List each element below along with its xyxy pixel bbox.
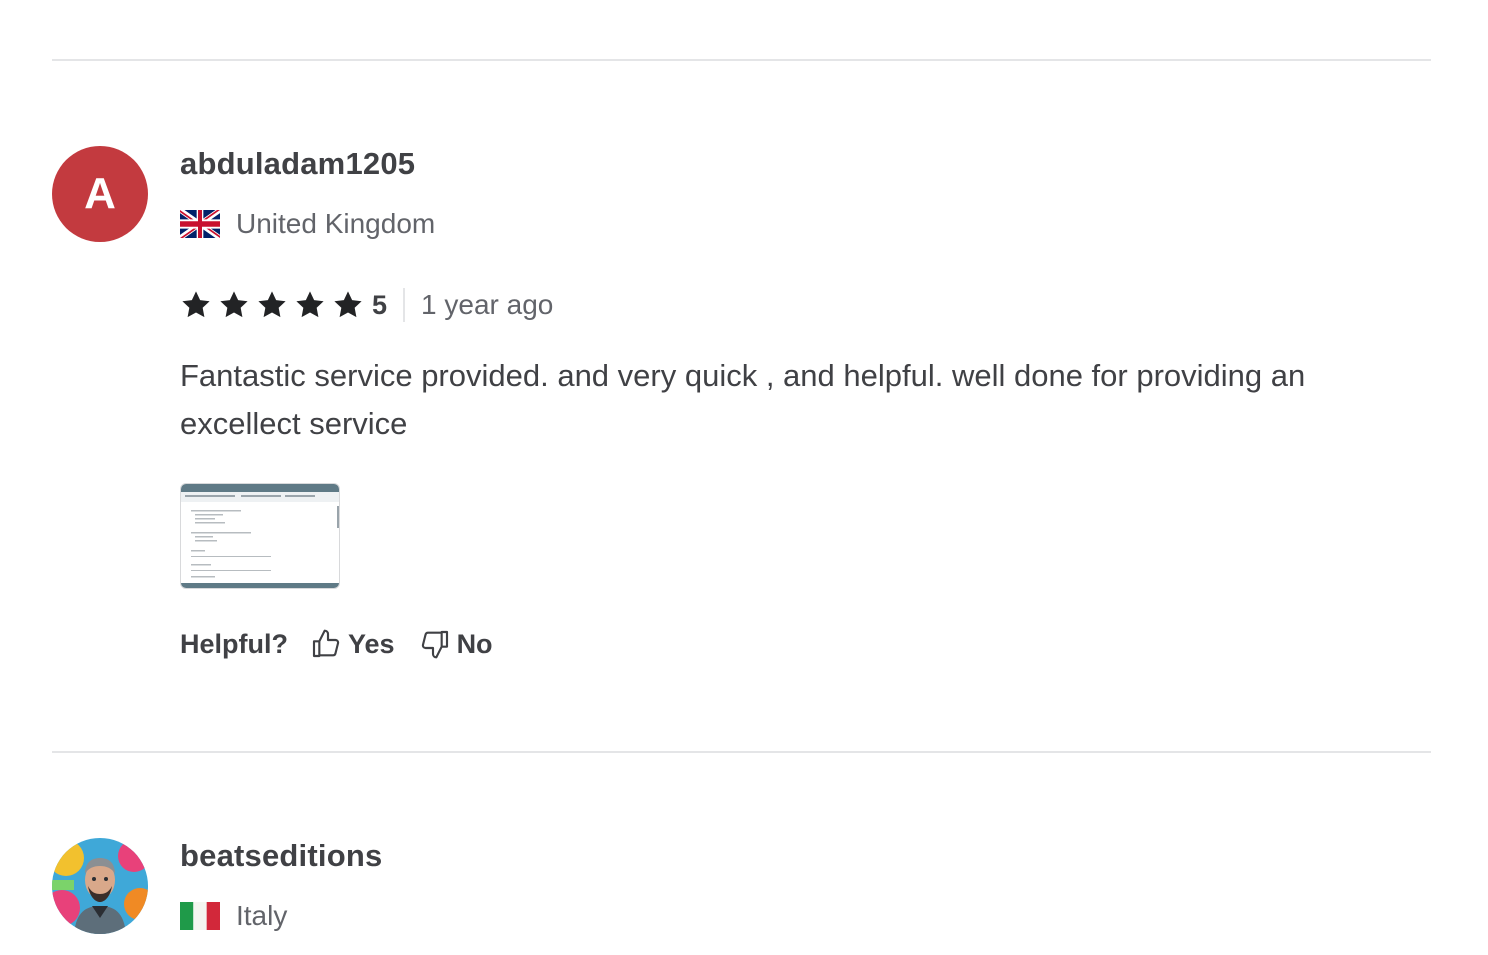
star-icon	[296, 291, 324, 318]
avatar-photo	[52, 838, 148, 934]
star-icon	[334, 291, 362, 318]
rating-value: 5	[372, 289, 388, 320]
star-icon	[220, 291, 248, 318]
yes-label: Yes	[348, 628, 395, 659]
review-attachment-thumbnail[interactable]	[180, 483, 340, 589]
review-text: Fantastic service provided. and very qui…	[180, 358, 1306, 441]
review-time: 1 year ago	[421, 289, 554, 320]
divider-middle	[52, 751, 1431, 753]
avatar[interactable]: A	[52, 146, 148, 242]
reviews-page: A abduladam1205 United Kingdom 5 1 year …	[0, 0, 1488, 955]
star-icon	[258, 291, 286, 318]
separator	[403, 288, 406, 322]
helpful-label: Helpful?	[180, 628, 288, 659]
review-item: A abduladam1205 United Kingdom 5 1 year …	[52, 146, 1431, 706]
reviewer-country: Italy	[180, 900, 287, 932]
star-rating	[180, 289, 370, 321]
helpful-yes-button[interactable]: Yes	[310, 628, 395, 660]
reviewer-country: United Kingdom	[180, 208, 435, 240]
helpful-no-button[interactable]: No	[419, 628, 493, 660]
helpful-row: Helpful? Yes No	[180, 628, 517, 660]
rating-row: 5 1 year ago	[180, 288, 553, 322]
reviewer-username[interactable]: abduladam1205	[180, 146, 415, 182]
divider-top	[52, 59, 1431, 61]
no-label: No	[456, 628, 493, 659]
thumbs-up-icon	[312, 629, 340, 658]
star-icon	[182, 291, 210, 318]
avatar[interactable]	[52, 838, 148, 934]
country-label: United Kingdom	[236, 208, 436, 239]
uk-flag-icon	[180, 210, 220, 238]
italy-flag-icon	[180, 902, 220, 930]
review-item: beatseditions Italy	[52, 838, 1431, 955]
thumbs-down-icon	[421, 630, 448, 659]
screenshot-thumbnail-image	[181, 484, 339, 588]
reviewer-username[interactable]: beatseditions	[180, 838, 382, 874]
country-label: Italy	[236, 900, 288, 931]
